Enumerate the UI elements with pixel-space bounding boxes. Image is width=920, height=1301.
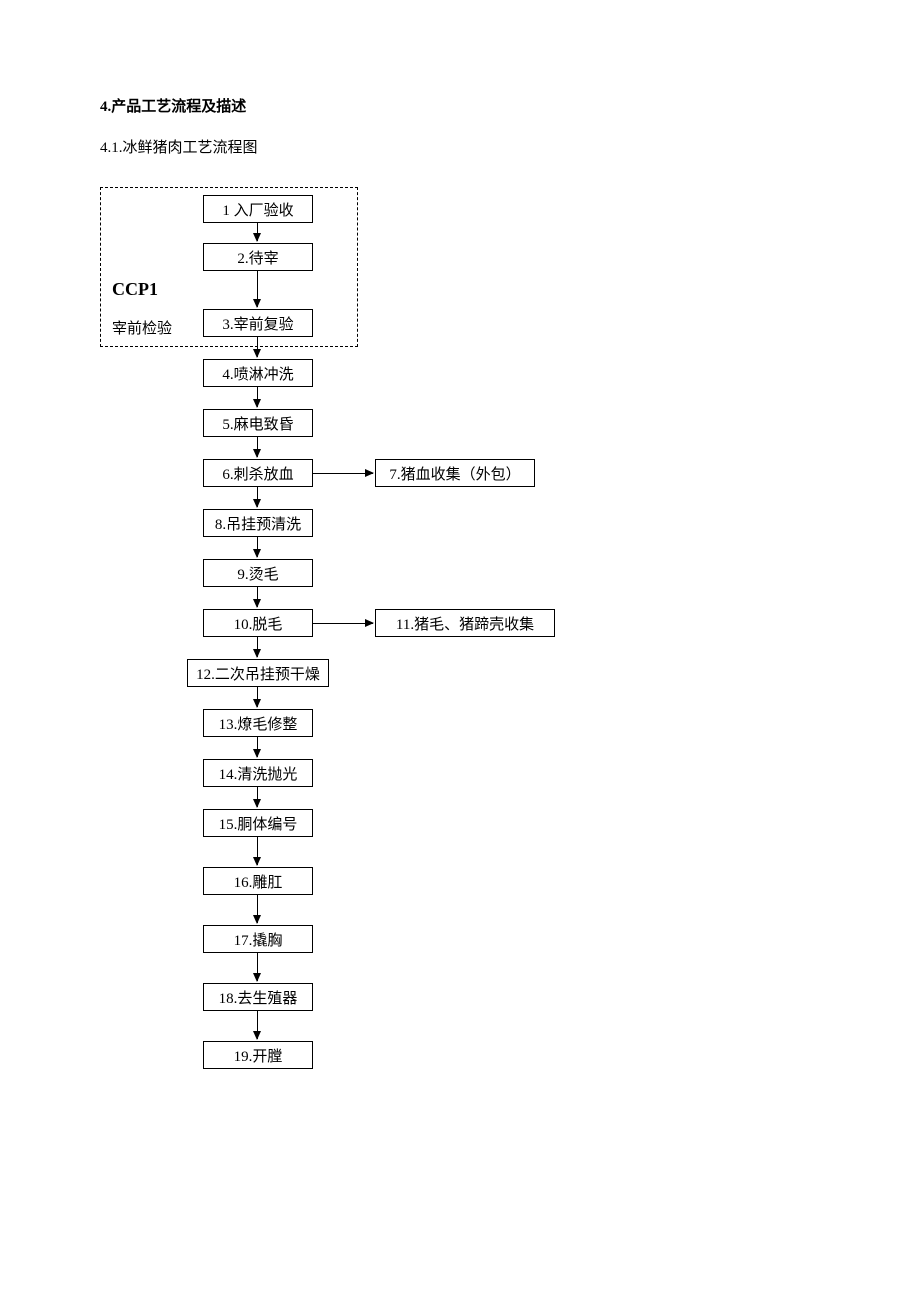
- arrow-17-18: [257, 953, 258, 981]
- arrow-16-17: [257, 895, 258, 923]
- step-19: 19.开膛: [203, 1041, 313, 1069]
- arrow-5-6: [257, 437, 258, 457]
- step-2: 2.待宰: [203, 243, 313, 271]
- step-10: 10.脱毛: [203, 609, 313, 637]
- arrow-9-10: [257, 587, 258, 607]
- step-17: 17.撬胸: [203, 925, 313, 953]
- arrow-2-3: [257, 271, 258, 307]
- arrow-4-5: [257, 387, 258, 407]
- step-3: 3.宰前复验: [203, 309, 313, 337]
- ccp-sublabel: 宰前检验: [112, 317, 172, 338]
- step-11: 11.猪毛、猪蹄壳收集: [375, 609, 555, 637]
- step-5: 5.麻电致昏: [203, 409, 313, 437]
- arrow-3-4: [257, 337, 258, 357]
- arrow-6-8: [257, 487, 258, 507]
- step-6: 6.刺杀放血: [203, 459, 313, 487]
- step-14: 14.清洗抛光: [203, 759, 313, 787]
- step-4: 4.喷淋冲洗: [203, 359, 313, 387]
- arrow-6-7: [313, 473, 373, 474]
- flowchart: CCP1 宰前检验 1 入厂验收 2.待宰 3.宰前复验 4.喷淋冲洗 5.麻电…: [100, 187, 820, 1207]
- step-16: 16.雕肛: [203, 867, 313, 895]
- ccp-label: CCP1: [112, 279, 158, 300]
- step-18: 18.去生殖器: [203, 983, 313, 1011]
- arrow-13-14: [257, 737, 258, 757]
- step-7: 7.猪血收集（外包）: [375, 459, 535, 487]
- arrow-10-11: [313, 623, 373, 624]
- arrow-14-15: [257, 787, 258, 807]
- step-15: 15.胴体编号: [203, 809, 313, 837]
- section-heading: 4.产品工艺流程及描述: [100, 95, 820, 116]
- arrow-1-2: [257, 223, 258, 241]
- arrow-10-12: [257, 637, 258, 657]
- arrow-12-13: [257, 687, 258, 707]
- arrow-8-9: [257, 537, 258, 557]
- arrow-15-16: [257, 837, 258, 865]
- step-1: 1 入厂验收: [203, 195, 313, 223]
- arrow-18-19: [257, 1011, 258, 1039]
- step-9: 9.烫毛: [203, 559, 313, 587]
- section-subheading: 4.1.冰鲜猪肉工艺流程图: [100, 136, 820, 157]
- step-12: 12.二次吊挂预干燥: [187, 659, 329, 687]
- step-13: 13.燎毛修整: [203, 709, 313, 737]
- step-8: 8.吊挂预清洗: [203, 509, 313, 537]
